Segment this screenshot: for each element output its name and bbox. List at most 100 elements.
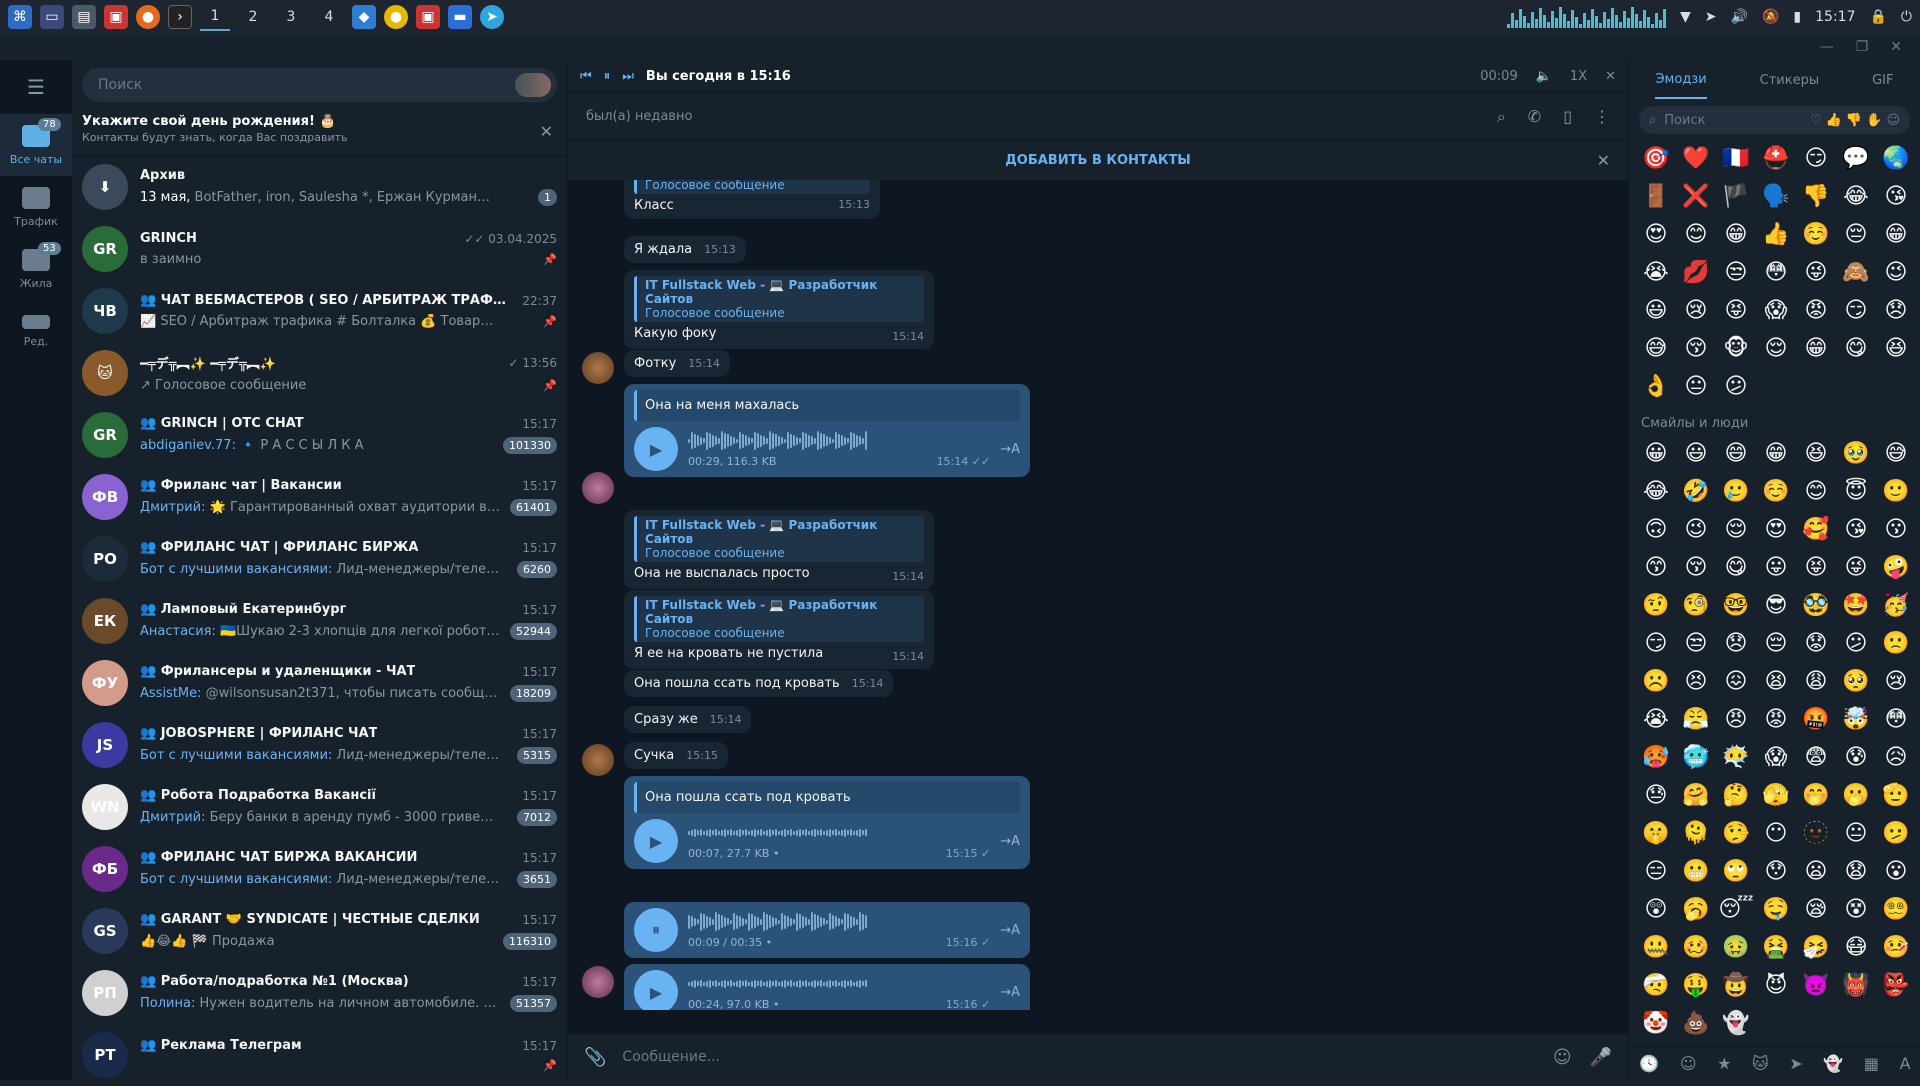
emoji-item[interactable]: 🤬 (1797, 701, 1835, 739)
emoji-item[interactable]: 🤒 (1877, 929, 1915, 967)
clock-icon[interactable]: 🕓 (1639, 1054, 1659, 1073)
emoji-item[interactable]: 🥹 (1837, 435, 1875, 473)
message[interactable]: Сучка 15:15 (624, 742, 728, 769)
folder-icon[interactable]: ▬ (448, 5, 472, 29)
play-icon[interactable]: ▶ (634, 427, 678, 471)
reply-quote[interactable]: IT Fullstack Web - 💻 Разработчик Сайтов Г… (634, 596, 924, 642)
message[interactable]: Фотку 15:14 (624, 350, 730, 377)
workspace-3[interactable]: 3 (276, 3, 306, 31)
emoji-item[interactable]: 😙 (1637, 549, 1675, 587)
emoji-item[interactable]: 👿 (1797, 967, 1835, 1005)
chrome-icon[interactable]: ● (384, 5, 408, 29)
emoji-item[interactable]: 🎯 (1637, 140, 1675, 178)
emoji-item[interactable]: 😔 (1757, 625, 1795, 663)
chat-row[interactable]: GR GRINCH ✓✓ 03.04.2025 в заимно 📌 (72, 218, 567, 280)
clock[interactable]: 15:17 (1815, 9, 1855, 25)
emoji-item[interactable]: 😞 (1717, 625, 1755, 663)
tab-stickers[interactable]: Стикеры (1760, 73, 1819, 88)
emoji-item[interactable]: 😁 (1757, 435, 1795, 473)
emoji-search-input[interactable]: ⌕ Поиск ♡ 👍 👎 ✋ ☺ (1639, 106, 1910, 134)
voice-message[interactable]: ⏸ 00:09 / 00:35 • 15:16 ✓ →A (624, 902, 1030, 958)
maximize-icon[interactable]: ❐ (1856, 39, 1869, 55)
emoji-item[interactable]: 👍 (1757, 216, 1795, 254)
emoji-item[interactable]: 😮 (1877, 853, 1915, 891)
waveform[interactable] (688, 974, 990, 994)
emoji-item[interactable]: 😎 (1757, 587, 1795, 625)
desktop-icon[interactable]: ▭ (40, 5, 64, 29)
pack-icon[interactable]: ▦ (1864, 1054, 1879, 1073)
telegram-icon[interactable]: ➤ (480, 5, 504, 29)
emoji-item[interactable]: 🥳 (1877, 587, 1915, 625)
emoji-item[interactable]: 😁 (1797, 330, 1835, 368)
emoji-item[interactable]: ⛑️ (1757, 140, 1795, 178)
chat-row[interactable]: ФБ 👥 ФРИЛАНС ЧАТ БИРЖА ВАКАНСИЙ 15:17 Бот… (72, 838, 567, 900)
emoji-item[interactable]: 😱 (1757, 292, 1795, 330)
avatar[interactable] (582, 744, 614, 776)
search-input[interactable]: Поиск (82, 68, 557, 102)
emoji-item[interactable]: 😘 (1877, 178, 1915, 216)
emoji-item[interactable]: 😊 (1677, 216, 1715, 254)
phone-icon[interactable]: ✆ (1528, 107, 1541, 127)
emoji-item[interactable]: 😍 (1637, 216, 1675, 254)
previous-icon[interactable]: ⏮ (580, 69, 592, 84)
emoji-item[interactable]: 👻 (1717, 1005, 1755, 1043)
star-icon[interactable]: ★ (1717, 1054, 1731, 1073)
emoji-item[interactable]: 😌 (1717, 511, 1755, 549)
power-icon[interactable]: ⏻ (1901, 9, 1912, 25)
emoji-item[interactable]: 😵 (1837, 891, 1875, 929)
microphone-icon[interactable]: 🎤 (1590, 1047, 1612, 1068)
chat-row[interactable]: РП 👥 Работа/подработка №1 (Москва) 15:17 … (72, 962, 567, 1024)
emoji-item[interactable]: 🌏 (1877, 140, 1915, 178)
emoji-item[interactable]: 😨 (1797, 739, 1835, 777)
emoji-item[interactable]: 🙄 (1717, 853, 1755, 891)
emoji-item[interactable]: 😢 (1677, 292, 1715, 330)
emoji-item[interactable]: 🫥 (1797, 815, 1835, 853)
emoji-category-icons[interactable]: ♡ 👍 👎 ✋ ☺ (1810, 113, 1900, 128)
emoji-item[interactable]: 🤓 (1717, 587, 1755, 625)
emoji-item[interactable]: 😱 (1757, 739, 1795, 777)
emoji-item[interactable]: 😋 (1717, 549, 1755, 587)
emoji-item[interactable]: 😆 (1877, 330, 1915, 368)
chat-row[interactable]: 🐱 ━╤デ╦︻✨ ━╤デ╦︻✨ ✓ 13:56 ↗ Голосовое сообщ… (72, 342, 567, 404)
emoji-item[interactable]: 😦 (1797, 853, 1835, 891)
chat-row[interactable]: ФУ 👥 Фрилансеры и удаленщики - ЧАТ 15:17 … (72, 652, 567, 714)
emoji-icon[interactable]: ☺ (1553, 1047, 1572, 1068)
emoji-item[interactable]: ☺️ (1797, 216, 1835, 254)
emoji-item[interactable]: 🤢 (1717, 929, 1755, 967)
volume-icon[interactable]: 🔊 (1731, 9, 1748, 25)
emoji-item[interactable]: 😇 (1837, 473, 1875, 511)
emoji-item[interactable]: 😁 (1877, 216, 1915, 254)
firefox-icon[interactable]: ● (136, 5, 160, 29)
telegram-icon[interactable]: ➤ (1789, 1054, 1802, 1073)
emoji-item[interactable]: 🤤 (1757, 891, 1795, 929)
emoji-item[interactable]: 😶 (1757, 815, 1795, 853)
emoji-item[interactable]: 😁 (1717, 216, 1755, 254)
stories-avatar[interactable] (515, 73, 551, 97)
voice-message[interactable]: Она на меня махалась ▶ 00:29, 116.3 KB 15… (624, 384, 1030, 477)
attach-icon[interactable]: 📎 (584, 1047, 606, 1068)
sidebar-toggle-icon[interactable]: ▯ (1563, 107, 1572, 127)
emoji-item[interactable]: 🤣 (1677, 473, 1715, 511)
emoji-item[interactable]: 😕 (1837, 625, 1875, 663)
chat-row[interactable]: РТ 👥 Реклама Телеграм 15:17 📌 (72, 1024, 567, 1086)
emoji-item[interactable]: 😉 (1877, 254, 1915, 292)
emoji-item[interactable]: 😘 (1837, 511, 1875, 549)
emoji-item[interactable]: 😶‍🌫️ (1717, 739, 1755, 777)
emoji-item[interactable]: 🤭 (1797, 777, 1835, 815)
chat-row[interactable]: GS 👥 GARANT 🤝 SYNDICATE | ЧЕСТНЫЕ СДЕЛКИ… (72, 900, 567, 962)
chat-row[interactable]: JS 👥 JOBOSPHERE | ФРИЛАНС ЧАТ 15:17 Бот с… (72, 714, 567, 776)
emoji-item[interactable]: 🤐 (1637, 929, 1675, 967)
emoji-item[interactable]: 👎 (1797, 178, 1835, 216)
emoji-item[interactable]: 🇫🇷 (1717, 140, 1755, 178)
emoji-item[interactable]: 😐 (1837, 815, 1875, 853)
emoji-item[interactable]: 🤩 (1837, 587, 1875, 625)
emoji-item[interactable]: 😓 (1637, 777, 1675, 815)
voice-message[interactable]: ▶ 00:24, 97.0 KB • 15:16 ✓ →A (624, 964, 1030, 1010)
transcribe-icon[interactable]: →A (1000, 442, 1020, 457)
close-icon[interactable]: ✕ (1605, 69, 1616, 84)
files-icon[interactable]: ▤ (72, 5, 96, 29)
emoji-item[interactable]: 👺 (1877, 967, 1915, 1005)
emoji-item[interactable]: 👹 (1837, 967, 1875, 1005)
message[interactable]: Сразу же 15:14 (624, 706, 752, 733)
emoji-item[interactable]: ❤️ (1677, 140, 1715, 178)
